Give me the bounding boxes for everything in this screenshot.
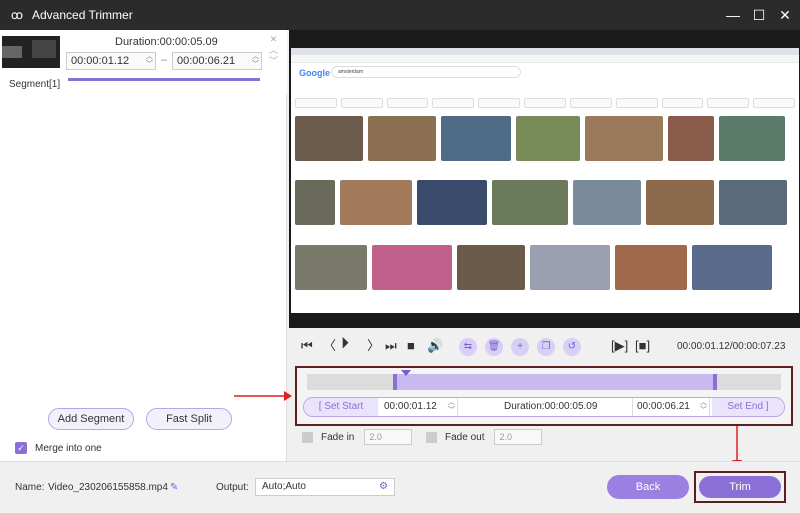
segment-label: Segment[1] bbox=[9, 79, 61, 90]
trim-controls-row: [ Set Start 00:00:01.12 ︿ ﹀ Duration:00:0… bbox=[303, 397, 785, 417]
stepper-icon[interactable]: ︿ ﹀ bbox=[252, 53, 259, 69]
window-title: Advanced Trimmer bbox=[32, 8, 133, 22]
arrow-annotation bbox=[234, 391, 292, 401]
bottom-bar: Name: Video_230206155858.mp4 ✎ Output: A… bbox=[0, 461, 800, 513]
back-button[interactable]: Back bbox=[607, 475, 689, 499]
split-icon[interactable]: ⇆ bbox=[459, 338, 477, 356]
stepper-icon[interactable]: ︿ ﹀ bbox=[146, 53, 153, 69]
fade-out-option[interactable]: Fade out 2.0 bbox=[426, 429, 543, 445]
reset-icon[interactable]: ↺ bbox=[563, 338, 581, 356]
preview-search-box: amsterdam bbox=[331, 66, 521, 78]
trim-end-field[interactable]: 00:00:06.21 bbox=[632, 398, 710, 416]
segment-end-field[interactable]: 00:00:06.21 ︿ ﹀ bbox=[172, 52, 262, 70]
skip-to-start-icon[interactable]: ⏮ bbox=[301, 338, 313, 354]
file-name: Video_230206155858.mp4 bbox=[48, 482, 168, 493]
set-start-button[interactable]: [ Set Start bbox=[304, 398, 378, 416]
trim-start-field[interactable]: 00:00:01.12 bbox=[380, 398, 458, 416]
fast-split-button[interactable]: Fast Split bbox=[146, 408, 232, 430]
merge-label: Merge into one bbox=[35, 442, 102, 454]
trim-button[interactable]: Trim bbox=[699, 476, 781, 498]
player-controls: ⏮ 〈 ⏵ 〉 ⏭ ■ 🔊 ⇆ 🗑 + ❐ ↺ [▶] [■] 00:00:01… bbox=[289, 328, 800, 364]
fade-out-label: Fade out bbox=[445, 431, 485, 443]
fade-out-value[interactable]: 2.0 bbox=[494, 429, 543, 445]
fade-in-checkbox[interactable] bbox=[302, 431, 313, 443]
delete-segment-icon[interactable]: ✕ bbox=[269, 34, 278, 45]
timeline-track[interactable] bbox=[307, 370, 781, 390]
add-segment-button[interactable]: Add Segment bbox=[48, 408, 134, 430]
preview-frame: Google amsterdam bbox=[291, 48, 799, 313]
segment-duration: Duration:00:00:05.09 bbox=[115, 36, 218, 48]
segment-start-field[interactable]: 00:00:01.12 ︿ ﹀ bbox=[66, 52, 156, 70]
segment-progress-bar bbox=[68, 78, 260, 81]
move-up-icon[interactable]: ︿ bbox=[269, 45, 278, 56]
edit-name-icon[interactable]: ✎ bbox=[170, 482, 178, 493]
segment-thumbnail bbox=[2, 36, 60, 68]
stepper-icon[interactable]: ︿ ﹀ bbox=[700, 399, 707, 415]
minimize-icon[interactable]: — bbox=[720, 0, 746, 30]
timeline-section: [ Set Start 00:00:01.12 ︿ ﹀ Duration:00:0… bbox=[295, 366, 793, 426]
stop-icon[interactable]: ■ bbox=[407, 338, 415, 354]
fade-in-option[interactable]: Fade in 2.0 bbox=[302, 429, 413, 445]
stepper-icon[interactable]: ︿ ﹀ bbox=[448, 399, 455, 415]
selection-range[interactable] bbox=[393, 374, 717, 390]
copy-icon[interactable]: ❐ bbox=[537, 338, 555, 356]
playhead[interactable] bbox=[401, 370, 411, 376]
fade-in-value[interactable]: 2.0 bbox=[364, 429, 413, 445]
app-logo-icon: ꝏ bbox=[10, 8, 24, 22]
video-preview: Google amsterdam bbox=[289, 30, 800, 328]
bracket-close-icon: ] bbox=[765, 401, 769, 412]
google-logo: Google bbox=[299, 68, 330, 78]
name-label: Name: bbox=[15, 482, 45, 493]
output-settings-field[interactable]: Auto;Auto ⚙ bbox=[255, 478, 395, 496]
set-end-button[interactable]: Set End ] bbox=[712, 398, 784, 416]
add-icon[interactable]: + bbox=[511, 338, 529, 356]
previous-frame-icon[interactable]: 〈 bbox=[323, 338, 336, 354]
settings-gear-icon[interactable]: ⚙ bbox=[379, 479, 388, 495]
next-frame-icon[interactable]: 〉 bbox=[367, 338, 380, 354]
playback-timecode: 00:00:01.12/00:00:07.23 bbox=[677, 341, 786, 352]
volume-icon[interactable]: 🔊 bbox=[427, 338, 443, 354]
range-dash: – bbox=[161, 54, 168, 66]
trim-highlight: Trim bbox=[694, 471, 786, 503]
skip-to-end-icon[interactable]: ⏭ bbox=[385, 338, 397, 354]
merge-checkbox[interactable]: ✓ bbox=[15, 442, 27, 454]
close-icon[interactable]: ✕ bbox=[772, 0, 798, 30]
title-bar: ꝏ Advanced Trimmer — ☐ ✕ bbox=[0, 0, 800, 30]
output-label: Output: bbox=[216, 482, 249, 493]
bracket-open-icon: [ bbox=[318, 401, 322, 412]
segment-card[interactable]: Duration:00:00:05.09 00:00:01.12 ︿ ﹀ – 00… bbox=[0, 30, 287, 95]
maximize-icon[interactable]: ☐ bbox=[746, 0, 772, 30]
fade-out-checkbox[interactable] bbox=[426, 431, 437, 443]
fade-in-label: Fade in bbox=[321, 431, 355, 443]
jump-to-end-icon[interactable]: [■] bbox=[635, 338, 650, 354]
jump-to-start-icon[interactable]: [▶] bbox=[611, 338, 628, 354]
play-icon[interactable]: ⏵ bbox=[341, 336, 349, 352]
merge-option[interactable]: ✓ Merge into one bbox=[15, 442, 102, 454]
segment-actions: ✕ ︿ ﹀ bbox=[269, 34, 278, 67]
move-down-icon[interactable]: ﹀ bbox=[269, 56, 278, 67]
delete-icon[interactable]: 🗑 bbox=[485, 338, 503, 356]
